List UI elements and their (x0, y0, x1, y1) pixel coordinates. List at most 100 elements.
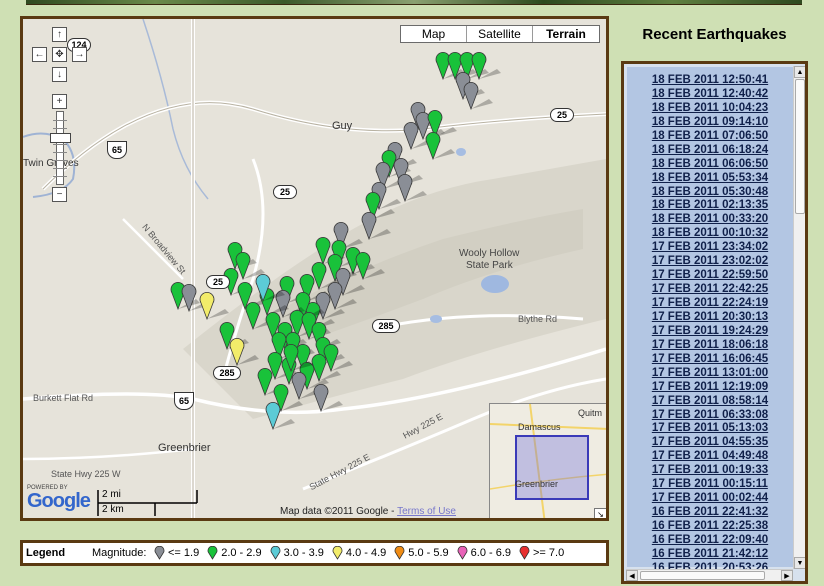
route-shield-285-west: 285 (213, 366, 241, 380)
legend-item: <= 1.9 (154, 546, 199, 560)
map-type-map-button[interactable]: Map (401, 26, 467, 42)
legend-item: 6.0 - 6.9 (457, 546, 511, 560)
earthquake-list-panel: 18 FEB 2011 12:50:41 18 FEB 2011 12:40:42… (621, 61, 808, 584)
earthquake-list-item[interactable]: 18 FEB 2011 07:06:50 (627, 130, 793, 144)
earthquake-list-item[interactable]: 18 FEB 2011 02:13:35 (627, 199, 793, 213)
earthquake-list-item[interactable]: 17 FEB 2011 23:02:02 (627, 255, 793, 269)
earthquake-list-item[interactable]: 17 FEB 2011 19:24:29 (627, 325, 793, 339)
overview-viewport-box[interactable] (515, 435, 589, 500)
scroll-left-button[interactable]: ◀ (626, 570, 638, 581)
earthquake-list-item[interactable]: 17 FEB 2011 04:49:48 (627, 450, 793, 464)
map-type-terrain-button[interactable]: Terrain (533, 26, 599, 42)
pan-left-button[interactable]: ← (32, 47, 47, 62)
earthquake-list-item[interactable]: 18 FEB 2011 05:53:34 (627, 172, 793, 186)
pan-center-button[interactable]: ✥ (52, 47, 67, 62)
earthquake-list-item[interactable]: 18 FEB 2011 12:50:41 (627, 74, 793, 88)
earthquake-list-item[interactable]: 16 FEB 2011 22:41:32 (627, 506, 793, 520)
magnitude-legend: Legend Magnitude: <= 1.9 2.0 - 2.9 3.0 - 3… (20, 540, 609, 566)
earthquake-list-item[interactable]: 16 FEB 2011 22:09:40 (627, 534, 793, 548)
earthquake-list-item[interactable]: 16 FEB 2011 21:42:12 (627, 548, 793, 562)
overview-label-quitman: Quitm (578, 408, 603, 418)
horizontal-scroll-thumb[interactable] (640, 571, 765, 580)
zoom-out-button[interactable]: − (52, 187, 67, 202)
earthquake-list-item[interactable]: 17 FEB 2011 23:34:02 (627, 241, 793, 255)
list-vertical-scrollbar[interactable]: ▲ ▼ (793, 66, 805, 569)
earthquake-list-item[interactable]: 17 FEB 2011 00:19:33 (627, 464, 793, 478)
map-navigation-control: ↑ ← ✥ → ↓ + − (29, 27, 89, 217)
route-shield-25-mid: 25 (273, 185, 297, 199)
scale-km: 2 km (102, 504, 124, 515)
marker-icon (519, 546, 530, 560)
earthquake-list-item[interactable]: 18 FEB 2011 00:33:20 (627, 213, 793, 227)
earthquake-list-item[interactable]: 18 FEB 2011 00:10:32 (627, 227, 793, 241)
route-shield-65-south: 65 (174, 392, 194, 410)
earthquake-list-item[interactable]: 17 FEB 2011 16:06:45 (627, 353, 793, 367)
google-logo[interactable]: POWERED BY Google (27, 485, 97, 511)
marker-icon (154, 546, 165, 560)
earthquake-list-item[interactable]: 18 FEB 2011 06:18:24 (627, 144, 793, 158)
overview-label-greenbrier: Greenbrier (515, 479, 559, 489)
earthquake-list-item[interactable]: 17 FEB 2011 04:55:35 (627, 436, 793, 450)
route-shield-25-east: 25 (550, 108, 574, 122)
pan-down-button[interactable]: ↓ (52, 67, 67, 82)
earthquake-list-item[interactable]: 17 FEB 2011 05:13:03 (627, 422, 793, 436)
scale-miles: 2 mi (102, 489, 121, 500)
overview-label-damascus: Damascus (518, 422, 561, 432)
map-type-satellite-button[interactable]: Satellite (467, 26, 533, 42)
legend-item: 3.0 - 3.9 (270, 546, 324, 560)
road-label-blythe: Blythe Rd (518, 314, 558, 324)
zoom-slider-handle[interactable] (50, 133, 71, 143)
terms-of-use-link[interactable]: Terms of Use (397, 506, 456, 517)
pan-up-button[interactable]: ↑ (52, 27, 67, 42)
marker-icon (394, 546, 405, 560)
earthquake-list-item[interactable]: 17 FEB 2011 00:15:11 (627, 478, 793, 492)
legend-item: 5.0 - 5.9 (394, 546, 449, 560)
earthquake-list-item[interactable]: 17 FEB 2011 22:24:19 (627, 297, 793, 311)
legend-item: >= 7.0 (519, 546, 564, 560)
earthquake-list-item[interactable]: 18 FEB 2011 10:04:23 (627, 102, 793, 116)
pan-right-button[interactable]: → (72, 47, 87, 62)
list-horizontal-scrollbar[interactable]: ◀ ▶ (626, 569, 793, 581)
town-label-greenbrier: Greenbrier (158, 442, 211, 454)
zoom-in-button[interactable]: + (52, 94, 67, 109)
earthquake-list[interactable]: 18 FEB 2011 12:50:41 18 FEB 2011 12:40:42… (627, 67, 793, 574)
earthquake-list-item[interactable]: 17 FEB 2011 00:02:44 (627, 492, 793, 506)
scroll-right-button[interactable]: ▶ (781, 570, 793, 581)
map-scale: 2 mi 2 km (97, 488, 207, 518)
earthquake-list-item[interactable]: 17 FEB 2011 08:58:14 (627, 395, 793, 409)
road-label-burkett: Burkett Flat Rd (33, 393, 94, 403)
zoom-slider-track[interactable] (53, 111, 67, 185)
earthquake-list-item[interactable]: 17 FEB 2011 13:01:00 (627, 367, 793, 381)
marker-icon (270, 546, 280, 560)
earthquake-list-item[interactable]: 17 FEB 2011 22:59:50 (627, 269, 793, 283)
earthquake-list-item[interactable]: 17 FEB 2011 12:19:09 (627, 381, 793, 395)
scroll-up-button[interactable]: ▲ (794, 66, 805, 78)
legend-title: Legend (26, 547, 66, 559)
earthquake-list-item[interactable]: 18 FEB 2011 06:06:50 (627, 158, 793, 172)
legend-item: 2.0 - 2.9 (207, 546, 262, 560)
road-label-sthwy225w: State Hwy 225 W (51, 469, 121, 479)
earthquake-list-item[interactable]: 18 FEB 2011 05:30:48 (627, 186, 793, 200)
earthquake-list-item[interactable]: 16 FEB 2011 22:25:38 (627, 520, 793, 534)
header-banner (26, 0, 802, 5)
marker-icon (207, 546, 218, 560)
marker-icon (457, 546, 468, 560)
earthquake-list-item[interactable]: 18 FEB 2011 12:40:42 (627, 88, 793, 102)
legend-item: 4.0 - 4.9 (332, 546, 386, 560)
scroll-down-button[interactable]: ▼ (794, 557, 805, 569)
marker-icon (332, 546, 343, 560)
earthquake-list-item[interactable]: 17 FEB 2011 20:30:13 (627, 311, 793, 325)
map-credit: Map data ©2011 Google - Terms of Use (280, 506, 456, 517)
route-shield-25-west: 25 (206, 275, 230, 289)
earthquake-map[interactable]: Guy Twin Groves Greenbrier Wooly Hollow … (20, 16, 609, 521)
earthquake-list-item[interactable]: 17 FEB 2011 22:42:25 (627, 283, 793, 297)
earthquake-list-item[interactable]: 17 FEB 2011 06:33:08 (627, 409, 793, 423)
overview-collapse-button[interactable]: ↘ (594, 508, 606, 518)
overview-map[interactable]: Damascus Greenbrier Quitm ↘ (489, 403, 606, 518)
vertical-scroll-thumb[interactable] (795, 79, 805, 214)
earthquake-list-item[interactable]: 17 FEB 2011 18:06:18 (627, 339, 793, 353)
route-shield-65-north: 65 (107, 141, 127, 159)
legend-magnitude-label: Magnitude: (92, 547, 147, 559)
recent-earthquakes-title: Recent Earthquakes (642, 26, 787, 43)
earthquake-list-item[interactable]: 18 FEB 2011 09:14:10 (627, 116, 793, 130)
